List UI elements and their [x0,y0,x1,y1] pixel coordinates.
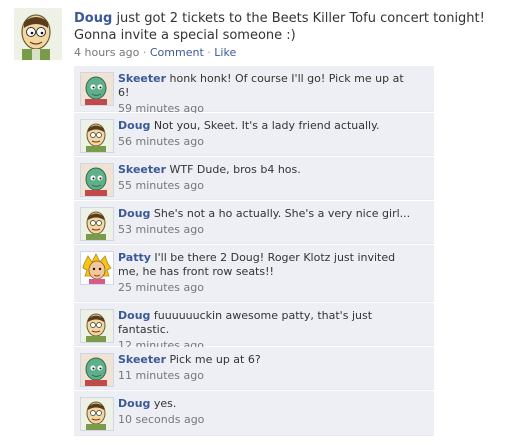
comment-time: 10 seconds ago [118,413,205,426]
comment-author[interactable]: Doug [118,397,150,410]
post-message: just got 2 tickets to the Beets Killer T… [74,11,485,43]
patty-avatar[interactable] [80,251,114,285]
doug-avatar[interactable] [80,119,114,153]
comment-body: Patty I'll be there 2 Doug! Roger Klotz … [118,251,418,295]
comment-time: 11 minutes ago [118,369,204,382]
comment-text: She's not a ho actually. She's a very ni… [153,207,411,220]
status-post: Doug just got 2 tickets to the Beets Kil… [14,8,511,64]
post-author[interactable]: Doug [74,11,112,26]
comment-author[interactable]: Doug [118,119,150,132]
skeeter-avatar[interactable] [80,163,114,197]
post-body: Doug just got 2 tickets to the Beets Kil… [74,10,510,59]
comment-body: Doug She's not a ho actually. She's a ve… [118,207,418,237]
comment-author[interactable]: Doug [118,207,150,220]
comment-author[interactable]: Skeeter [118,163,166,176]
comment-author[interactable]: Skeeter [118,72,166,85]
comment-item: Patty I'll be there 2 Doug! Roger Klotz … [74,245,434,302]
comment-text: I'll be there 2 Doug! Roger Klotz just i… [118,251,396,278]
like-link[interactable]: Like [214,46,236,59]
comment-item: Doug yes. 10 seconds ago [74,391,434,436]
comment-text: Not you, Skeet. It's a lady friend actua… [153,119,380,132]
post-text: Doug just got 2 tickets to the Beets Kil… [74,10,510,44]
comment-author[interactable]: Doug [118,309,150,322]
post-meta: 4 hours ago · Comment · Like [74,46,510,59]
comment-author[interactable]: Patty [118,251,151,264]
post-time: 4 hours ago [74,46,140,59]
comment-time: 53 minutes ago [118,223,204,236]
skeeter-avatar[interactable] [80,353,114,387]
doug-avatar[interactable] [80,207,114,241]
comment-time: 55 minutes ago [118,179,204,192]
comment-text: yes. [153,397,177,410]
comment-body: Skeeter Pick me up at 6? 11 minutes ago [118,353,418,383]
comment-author[interactable]: Skeeter [118,353,166,366]
comment-item: Skeeter Pick me up at 6? 11 minutes ago [74,347,434,390]
comment-text: Pick me up at 6? [169,353,261,366]
comment-body: Skeeter WTF Dude, bros b4 hos. 55 minute… [118,163,418,193]
doug-avatar[interactable] [14,8,62,60]
meta-separator: · [207,46,211,59]
meta-separator: · [142,46,147,59]
comment-time: 56 minutes ago [118,135,204,148]
doug-avatar[interactable] [80,397,114,431]
comment-item: Doug She's not a ho actually. She's a ve… [74,201,434,244]
skeeter-avatar[interactable] [80,72,114,106]
comment-link[interactable]: Comment [150,46,204,59]
comment-item: Skeeter honk honk! Of course I'll go! Pi… [74,66,434,115]
comment-body: Doug Not you, Skeet. It's a lady friend … [118,119,418,149]
doug-avatar[interactable] [80,309,114,343]
comment-body: Doug yes. 10 seconds ago [118,397,418,427]
comment-item: Skeeter WTF Dude, bros b4 hos. 55 minute… [74,157,434,200]
comment-text: WTF Dude, bros b4 hos. [169,163,301,176]
comment-text: fuuuuuuckin awesome patty, that's just f… [118,309,373,336]
comment-body: Skeeter honk honk! Of course I'll go! Pi… [118,72,418,116]
comment-item: Doug Not you, Skeet. It's a lady friend … [74,113,434,156]
comment-time: 25 minutes ago [118,281,204,294]
comment-item: Doug fuuuuuuckin awesome patty, that's j… [74,303,434,352]
